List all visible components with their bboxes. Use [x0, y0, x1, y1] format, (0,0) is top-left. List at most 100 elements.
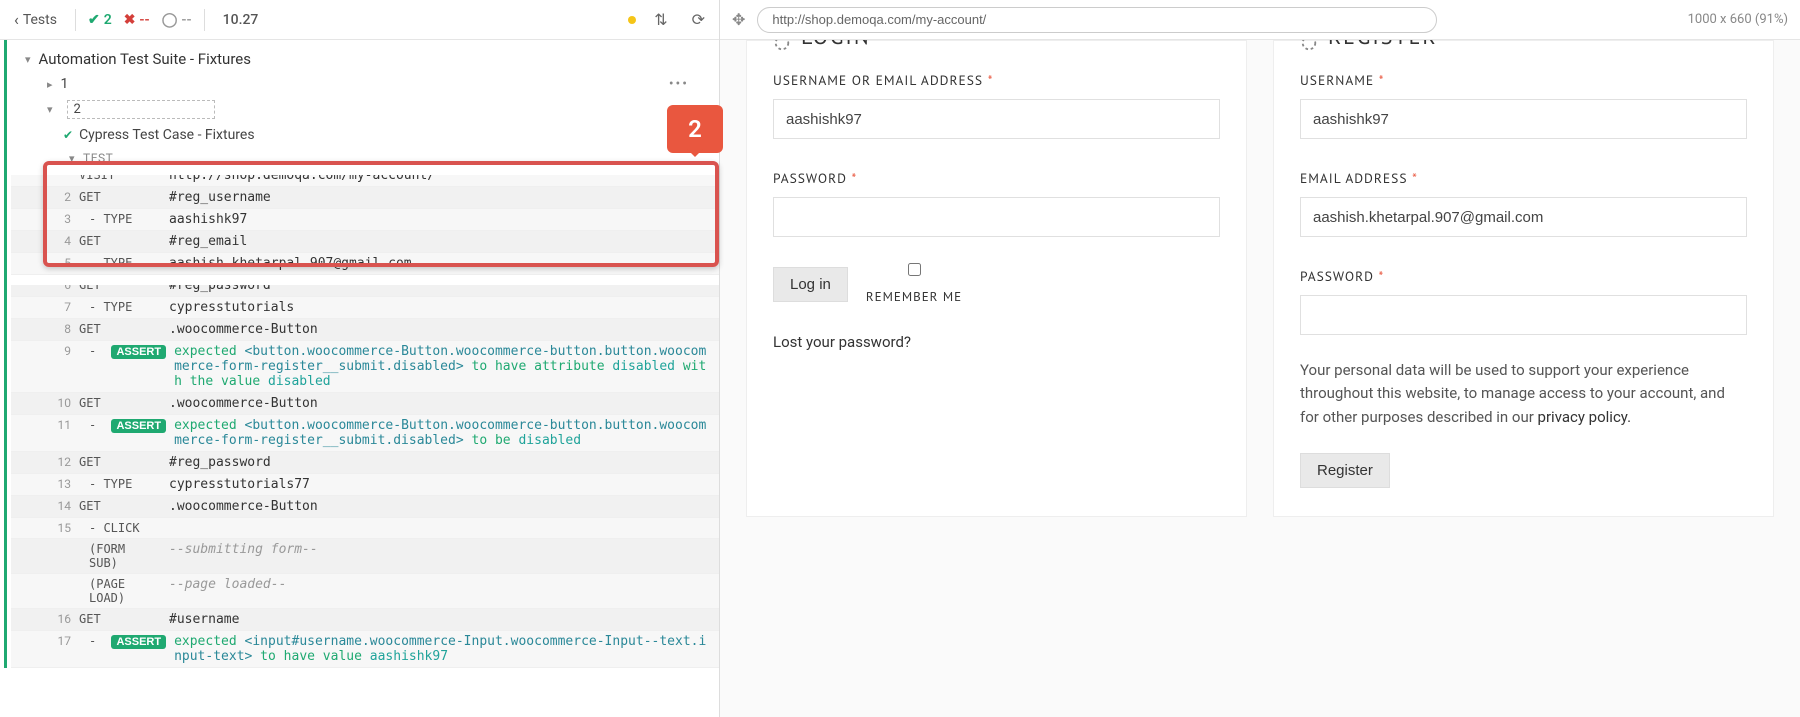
- command-message: .woocommerce-Button: [169, 322, 709, 337]
- more-icon[interactable]: •••: [669, 76, 709, 92]
- line-number: 7: [51, 300, 71, 314]
- command-name: GET: [79, 234, 161, 248]
- register-username-label: USERNAME *: [1300, 71, 1747, 89]
- command-log-row[interactable]: 2GET#reg_username: [11, 187, 719, 209]
- annotation-callout: 2: [667, 105, 723, 153]
- caret-down-icon: ▾: [25, 53, 31, 66]
- command-message: .woocommerce-Button: [169, 499, 709, 514]
- command-log-row[interactable]: 3- TYPEaashishk97: [11, 209, 719, 231]
- login-button[interactable]: Log in: [773, 267, 848, 302]
- test-case-row[interactable]: ✔ Cypress Test Case - Fixtures: [11, 123, 719, 147]
- command-message: expected <button.woocommerce-Button.wooc…: [174, 418, 709, 448]
- login-username-label: USERNAME OR EMAIL ADDRESS *: [773, 71, 1220, 89]
- x-icon: ✖: [124, 12, 136, 28]
- ring-icon: [773, 40, 791, 52]
- command-message: expected <button.woocommerce-Button.wooc…: [174, 344, 709, 389]
- command-log-row[interactable]: VISIT http://shop.demoqa.com/my-account/: [11, 165, 719, 187]
- pending-count: ◯ --: [162, 12, 192, 28]
- command-name: - TYPE: [79, 300, 161, 314]
- register-username-input[interactable]: [1300, 99, 1747, 139]
- test-tree: ▾ Automation Test Suite - Fixtures ▸ 1 •…: [4, 40, 719, 668]
- check-icon: ✔: [88, 12, 100, 28]
- caret-down-icon: ▾: [47, 103, 53, 116]
- line-number: 4: [51, 234, 71, 248]
- command-message: #reg_password: [169, 278, 709, 293]
- command-message: http://shop.demoqa.com/my-account/: [169, 168, 709, 183]
- command-log-row[interactable]: (FORM SUB) --submitting form--: [11, 539, 719, 574]
- command-log-row[interactable]: 11- ASSERTexpected <button.woocommerce-B…: [11, 415, 719, 452]
- command-log-row[interactable]: (PAGE LOAD)--page loaded--: [11, 574, 719, 609]
- privacy-text: Your personal data will be used to suppo…: [1300, 359, 1747, 429]
- command-log-row[interactable]: 17- ASSERTexpected <input#username.wooco…: [11, 631, 719, 668]
- runner-top-bar: ‹ Tests ✔ 2 ✖ -- ◯ -- 10.27 ⇅ ⟳: [0, 0, 719, 40]
- remember-me-checkbox[interactable]: [908, 263, 921, 276]
- cypress-runner-panel: ‹ Tests ✔ 2 ✖ -- ◯ -- 10.27 ⇅ ⟳: [0, 0, 720, 717]
- viewport-info: 1000 x 660 (91%): [1688, 12, 1788, 27]
- line-number: 6: [51, 278, 71, 292]
- login-username-input[interactable]: [773, 99, 1220, 139]
- command-log-row[interactable]: 7- TYPEcypresstutorials: [11, 297, 719, 319]
- command-name: VISIT: [79, 168, 161, 182]
- register-password-input[interactable]: [1300, 295, 1747, 335]
- login-password-input[interactable]: [773, 197, 1220, 237]
- lost-password-link[interactable]: Lost your password?: [773, 333, 1220, 351]
- command-message: #username: [169, 612, 709, 627]
- command-name: GET: [79, 190, 161, 204]
- preview-body: LOGIN USERNAME OR EMAIL ADDRESS * PASSWO…: [720, 40, 1800, 717]
- resize-icon[interactable]: ⇅: [648, 6, 673, 33]
- command-message: --submitting form--: [169, 542, 709, 557]
- command-name: - TYPE: [79, 256, 161, 270]
- back-label: Tests: [23, 12, 57, 28]
- command-log-row[interactable]: 6GET#reg_password: [11, 275, 719, 297]
- command-log-row[interactable]: 4 GET #reg_email: [11, 231, 719, 253]
- caret-right-icon: ▸: [47, 78, 53, 91]
- command-log: 2 VISIThttp://shop.demoqa.com/my-account…: [11, 165, 719, 668]
- register-button[interactable]: Register: [1300, 453, 1390, 488]
- fail-count: ✖ --: [124, 12, 150, 28]
- command-name: - ASSERT: [79, 634, 166, 648]
- command-log-row[interactable]: 10GET.woocommerce-Button: [11, 393, 719, 415]
- privacy-policy-link[interactable]: privacy policy.: [1538, 408, 1632, 426]
- command-log-row[interactable]: 5 - TYPE aashish.khetarpal.907@gmail.com: [11, 253, 719, 275]
- circle-icon: ◯: [162, 12, 178, 28]
- register-card: REGISTER USERNAME * EMAIL ADDRESS * PASS…: [1273, 40, 1774, 517]
- suite-title-row[interactable]: ▾ Automation Test Suite - Fixtures: [11, 40, 719, 72]
- command-message: #reg_email: [169, 234, 709, 249]
- command-name: - TYPE: [79, 212, 161, 226]
- command-log-row[interactable]: 16 GET #username: [11, 609, 719, 631]
- command-name: GET: [79, 455, 161, 469]
- command-log-row[interactable]: 9- ASSERTexpected <button.woocommerce-Bu…: [11, 341, 719, 393]
- reload-icon[interactable]: ⟳: [686, 6, 711, 33]
- command-message: .woocommerce-Button: [169, 396, 709, 411]
- line-number: 8: [51, 322, 71, 336]
- test-block-1[interactable]: ▸ 1 •••: [11, 72, 719, 96]
- line-number: 3: [51, 212, 71, 226]
- line-number: 16: [51, 612, 71, 626]
- selector-target-icon[interactable]: ✥: [732, 10, 745, 29]
- status-dot-icon: [628, 16, 636, 24]
- line-number: 14: [51, 499, 71, 513]
- command-log-row[interactable]: 12GET#reg_password: [11, 452, 719, 474]
- command-log-row[interactable]: 8 GET .woocommerce-Button: [11, 319, 719, 341]
- back-to-tests-button[interactable]: ‹ Tests: [8, 10, 63, 29]
- command-message: aashish.khetarpal.907@gmail.com: [169, 256, 709, 271]
- login-card: LOGIN USERNAME OR EMAIL ADDRESS * PASSWO…: [746, 40, 1247, 517]
- elapsed-time: 10.27: [223, 12, 259, 28]
- command-name: (PAGE LOAD): [79, 577, 161, 605]
- url-input[interactable]: [757, 7, 1437, 33]
- command-name: GET: [79, 322, 161, 336]
- register-email-input[interactable]: [1300, 197, 1747, 237]
- test-section-label: ▾ TEST: [11, 151, 719, 165]
- command-message: #reg_password: [169, 455, 709, 470]
- line-number: 5: [51, 256, 71, 270]
- command-name: (FORM SUB): [79, 542, 161, 570]
- preview-panel: ✥ 1000 x 660 (91%) LOGIN USERNAME OR EMA…: [720, 0, 1800, 717]
- command-log-row[interactable]: 15- CLICK: [11, 518, 719, 539]
- login-password-label: PASSWORD *: [773, 169, 1220, 187]
- command-name: GET: [79, 612, 161, 626]
- test-block-2[interactable]: ▾ 2: [11, 96, 719, 123]
- command-log-row[interactable]: 14GET.woocommerce-Button: [11, 496, 719, 518]
- divider: [75, 9, 76, 31]
- pass-count: ✔ 2: [88, 12, 112, 28]
- command-log-row[interactable]: 13- TYPEcypresstutorials77: [11, 474, 719, 496]
